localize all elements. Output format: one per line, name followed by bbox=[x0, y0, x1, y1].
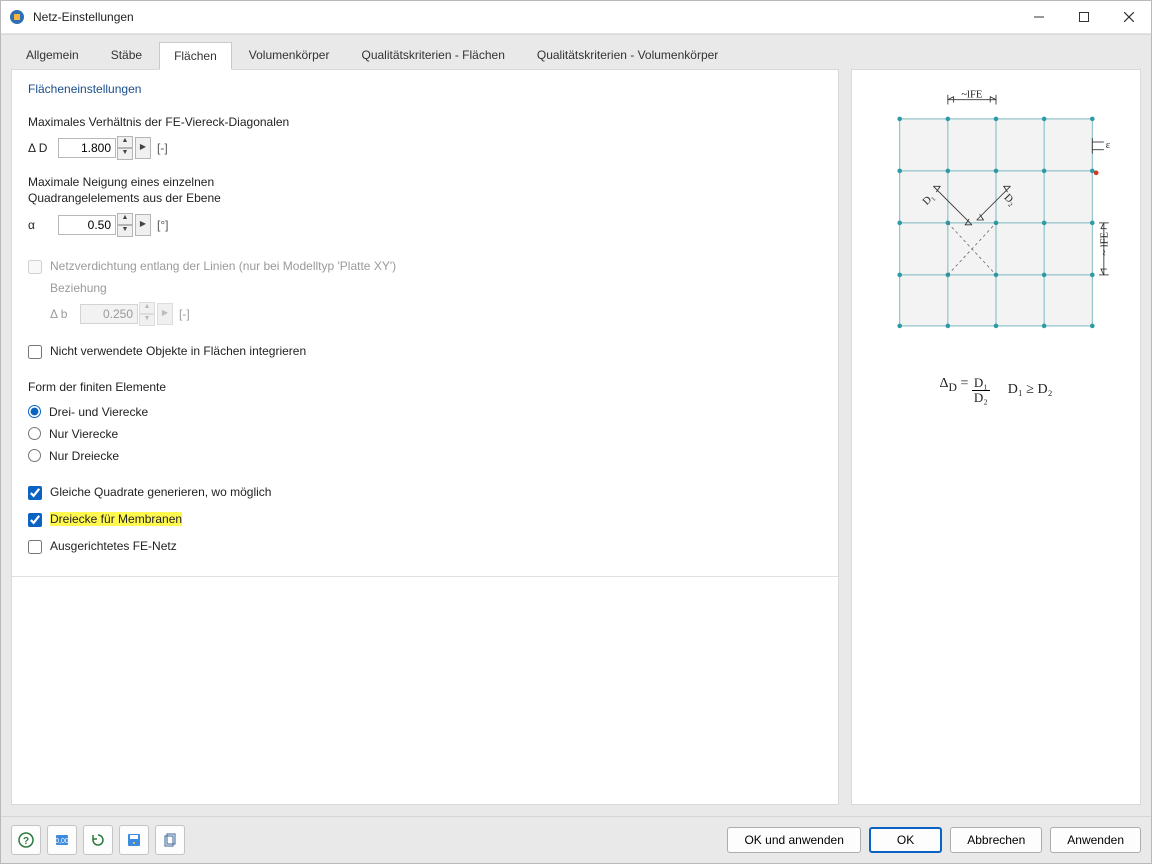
check-equal-squares[interactable]: Gleiche Quadrate generieren, wo möglich bbox=[28, 485, 822, 500]
label-max-diag-ratio: Maximales Verhältnis der FE-Viereck-Diag… bbox=[28, 114, 822, 130]
checkbox-aligned-mesh[interactable] bbox=[28, 540, 42, 554]
svg-text:ε: ε bbox=[1106, 140, 1111, 151]
symbol-delta-d: Δ D bbox=[28, 141, 58, 155]
mesh-diagram: .gstroke{stroke:#7ab8bf;stroke-width:1;}… bbox=[876, 90, 1116, 350]
minimize-button[interactable] bbox=[1016, 2, 1061, 32]
app-icon bbox=[9, 9, 25, 25]
section-head-shape: Form der finiten Elemente bbox=[28, 379, 822, 395]
radio-shape-quads[interactable]: Nur Vierecke bbox=[28, 427, 822, 441]
expand-delta-d[interactable]: ▶ bbox=[135, 137, 151, 159]
input-alpha[interactable] bbox=[58, 215, 116, 235]
apply-button[interactable]: Anwenden bbox=[1050, 827, 1141, 853]
label-relation: Beziehung bbox=[50, 280, 822, 296]
tab-flaechen[interactable]: Flächen bbox=[159, 42, 232, 70]
svg-text:~lFE: ~lFE bbox=[961, 90, 982, 101]
ok-and-apply-button[interactable]: OK und anwenden bbox=[727, 827, 860, 853]
radio-shape-tris[interactable]: Nur Dreiecke bbox=[28, 449, 822, 463]
spin-up-delta-b: ▲ bbox=[139, 302, 155, 314]
input-delta-d[interactable] bbox=[58, 138, 116, 158]
expand-alpha[interactable]: ▶ bbox=[135, 214, 151, 236]
spin-down-delta-d[interactable]: ▼ bbox=[117, 148, 133, 160]
diagram-panel: .gstroke{stroke:#7ab8bf;stroke-width:1;}… bbox=[851, 69, 1141, 805]
svg-text:~ lFE: ~ lFE bbox=[1100, 232, 1111, 256]
radio-shape-both[interactable]: Drei- und Vierecke bbox=[28, 405, 822, 419]
ok-button[interactable]: OK bbox=[869, 827, 942, 853]
spin-down-alpha[interactable]: ▼ bbox=[117, 225, 133, 237]
dialog-footer: ? 0,00 OK und anwenden OK Abbrechen Anwe… bbox=[1, 816, 1151, 863]
title-bar: Netz-Einstellungen bbox=[1, 1, 1151, 34]
copy-settings-button[interactable] bbox=[155, 825, 185, 855]
window-title: Netz-Einstellungen bbox=[33, 10, 1016, 24]
svg-text:?: ? bbox=[23, 836, 29, 847]
maximize-button[interactable] bbox=[1061, 2, 1106, 32]
units-button[interactable]: 0,00 bbox=[47, 825, 77, 855]
check-integrate-unused[interactable]: Nicht verwendete Objekte in Flächen inte… bbox=[28, 344, 822, 359]
tab-qualitaet-volumen[interactable]: Qualitätskriterien - Volumenkörper bbox=[522, 41, 733, 69]
spin-up-alpha[interactable]: ▲ bbox=[117, 213, 133, 225]
close-button[interactable] bbox=[1106, 2, 1151, 32]
tab-staebe[interactable]: Stäbe bbox=[96, 41, 157, 69]
checkbox-integrate-unused[interactable] bbox=[28, 345, 42, 359]
unit-delta-d: [-] bbox=[157, 141, 168, 155]
symbol-alpha: α bbox=[28, 218, 58, 232]
tab-qualitaet-flaechen[interactable]: Qualitätskriterien - Flächen bbox=[346, 41, 519, 69]
unit-delta-b: [-] bbox=[179, 307, 190, 321]
settings-panel: Flächeneinstellungen Maximales Verhältni… bbox=[11, 69, 839, 805]
formula: ΔD = D₁ D₂ D₁ ≥ D₂ bbox=[940, 376, 1053, 404]
radio-input-tris[interactable] bbox=[28, 449, 41, 462]
spin-down-delta-b: ▼ bbox=[139, 314, 155, 326]
checkbox-equal-squares[interactable] bbox=[28, 486, 42, 500]
save-default-button[interactable] bbox=[119, 825, 149, 855]
unit-alpha: [°] bbox=[157, 218, 168, 232]
cancel-button[interactable]: Abbrechen bbox=[950, 827, 1042, 853]
checkbox-densify-lines bbox=[28, 260, 42, 274]
symbol-delta-b: Δ b bbox=[50, 307, 80, 321]
checkbox-tri-membranes[interactable] bbox=[28, 513, 42, 527]
label-max-incline: Maximale Neigung eines einzelnen Quadran… bbox=[28, 174, 822, 206]
radio-input-both[interactable] bbox=[28, 405, 41, 418]
reset-button[interactable] bbox=[83, 825, 113, 855]
check-aligned-mesh[interactable]: Ausgerichtetes FE-Netz bbox=[28, 539, 822, 554]
spin-up-delta-d[interactable]: ▲ bbox=[117, 136, 133, 148]
tab-allgemein[interactable]: Allgemein bbox=[11, 41, 94, 69]
input-delta-b bbox=[80, 304, 138, 324]
expand-delta-b: ▶ bbox=[157, 303, 173, 325]
svg-text:0,00: 0,00 bbox=[55, 838, 69, 845]
section-head-surface: Flächeneinstellungen bbox=[28, 82, 822, 96]
check-densify-lines: Netzverdichtung entlang der Linien (nur … bbox=[28, 259, 822, 274]
check-tri-membranes[interactable]: Dreiecke für Membranen bbox=[28, 512, 822, 527]
tab-volumenkoerper[interactable]: Volumenkörper bbox=[234, 41, 345, 69]
help-button[interactable]: ? bbox=[11, 825, 41, 855]
tab-bar: Allgemein Stäbe Flächen Volumenkörper Qu… bbox=[1, 35, 1151, 69]
radio-input-quads[interactable] bbox=[28, 427, 41, 440]
